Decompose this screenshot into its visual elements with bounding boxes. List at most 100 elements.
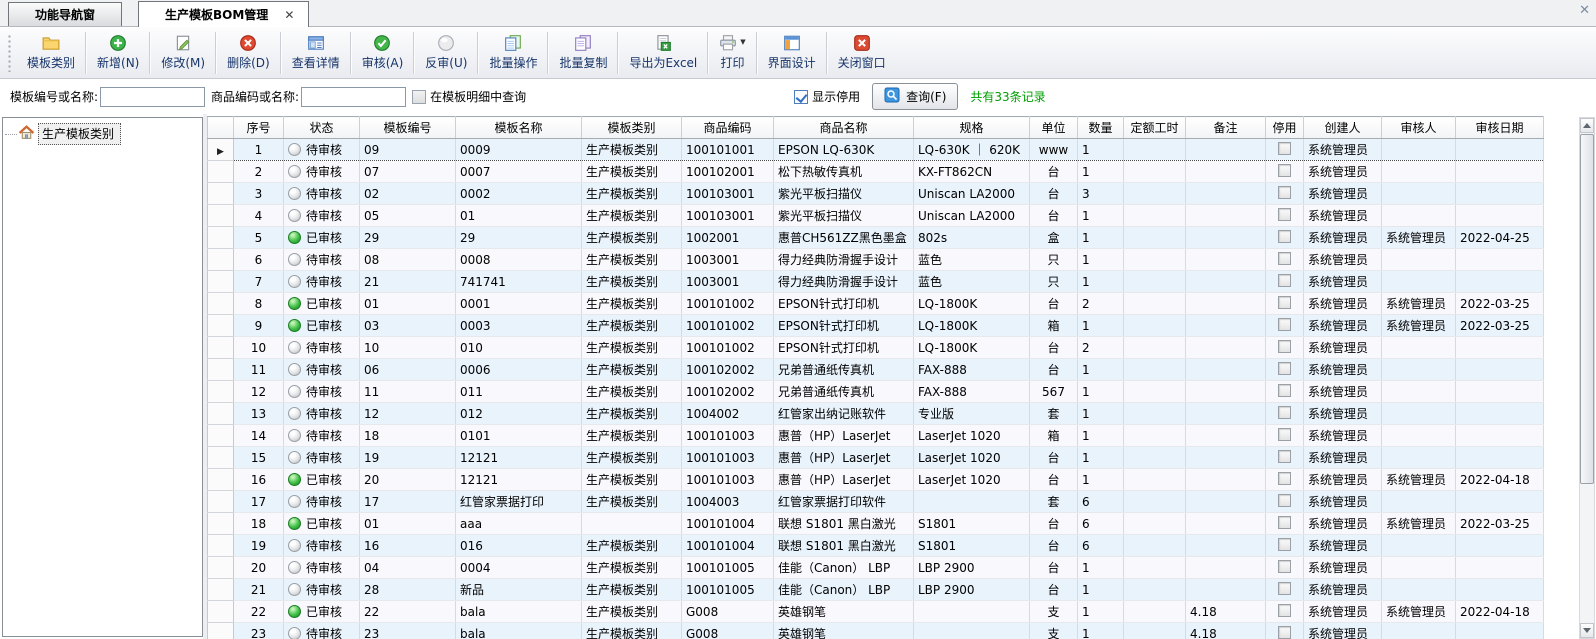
column-header[interactable]: 创建人 <box>1304 117 1382 139</box>
template-filter-input[interactable] <box>100 87 205 107</box>
column-header[interactable]: 规格 <box>914 117 1030 139</box>
table-row[interactable]: 21待审核28新品生产模板类别100101005佳能（Canon） LBPLBP… <box>208 579 1544 601</box>
table-row[interactable]: 8已审核010001生产模板类别100101002EPSON针式打印机LQ-18… <box>208 293 1544 315</box>
cell-product_name: 英雄钢笔 <box>774 601 914 623</box>
query-button[interactable]: 查询(F) <box>872 83 958 110</box>
pending-status-icon <box>288 187 301 200</box>
table-row[interactable]: 15待审核1912121生产模板类别100101003惠普（HP）LaserJe… <box>208 447 1544 469</box>
table-row[interactable]: 4待审核0501生产模板类别100103001紫光平板扫描仪Uniscan LA… <box>208 205 1544 227</box>
tree-item-root[interactable]: 生产模板类别 <box>3 118 202 145</box>
column-header[interactable]: 状态 <box>284 117 360 139</box>
table-row[interactable]: 16已审核2012121生产模板类别100101003惠普（HP）LaserJe… <box>208 469 1544 491</box>
cell-disabled <box>1266 425 1304 447</box>
disabled-checkbox[interactable] <box>1278 186 1291 199</box>
detail-search-checkbox[interactable] <box>412 90 426 104</box>
scroll-down-button[interactable] <box>1580 623 1594 638</box>
column-header[interactable]: 备注 <box>1186 117 1266 139</box>
disabled-checkbox[interactable] <box>1278 516 1291 529</box>
tab-function-navigator[interactable]: 功能导航窗 <box>8 2 122 26</box>
window-close-icon[interactable]: ✕ <box>1579 3 1590 18</box>
disabled-checkbox[interactable] <box>1278 384 1291 397</box>
table-row[interactable]: 2待审核070007生产模板类别100102001松下热敏传真机KX-FT862… <box>208 161 1544 183</box>
disabled-checkbox[interactable] <box>1278 296 1291 309</box>
template-category-button[interactable]: 模板类别 <box>17 29 85 77</box>
disabled-checkbox[interactable] <box>1278 274 1291 287</box>
table-row[interactable]: 13待审核12012生产模板类别1004002红管家出纳记账软件专业版套1系统管… <box>208 403 1544 425</box>
column-header[interactable]: 数量 <box>1078 117 1124 139</box>
disabled-checkbox[interactable] <box>1278 318 1291 331</box>
table-row[interactable]: 3待审核020002生产模板类别100103001紫光平板扫描仪Uniscan … <box>208 183 1544 205</box>
tab-bom-management[interactable]: 生产模板BOM管理 ✕ <box>138 1 309 27</box>
disabled-checkbox[interactable] <box>1278 582 1291 595</box>
table-row[interactable]: 18已审核01aaa100101004联想 S1801 黑白激光S1801台6系… <box>208 513 1544 535</box>
edit-button[interactable]: 修改(M) <box>151 29 215 77</box>
column-header[interactable]: 停用 <box>1266 117 1304 139</box>
table-row[interactable]: 22已审核22bala生产模板类别G008英雄钢笔支14.18系统管理员系统管理… <box>208 601 1544 623</box>
vertical-scrollbar[interactable] <box>1579 117 1595 639</box>
disabled-checkbox[interactable] <box>1278 164 1291 177</box>
column-header[interactable]: 审核人 <box>1382 117 1456 139</box>
column-header[interactable]: 商品名称 <box>774 117 914 139</box>
table-row[interactable]: 6待审核080008生产模板类别1003001得力经典防滑握手设计蓝色只1系统管… <box>208 249 1544 271</box>
print-button[interactable]: ▼ 打印 <box>709 29 755 77</box>
cell-seq: 19 <box>234 535 284 557</box>
ui-design-button[interactable]: 界面设计 <box>758 29 826 77</box>
disabled-checkbox[interactable] <box>1278 428 1291 441</box>
disabled-checkbox[interactable] <box>1278 604 1291 617</box>
approve-button[interactable]: 审核(A) <box>352 29 414 77</box>
disabled-checkbox[interactable] <box>1278 208 1291 221</box>
cell-qty: 1 <box>1078 359 1124 381</box>
table-row[interactable]: 14待审核180101生产模板类别100101003惠普（HP）LaserJet… <box>208 425 1544 447</box>
table-row[interactable]: 20待审核040004生产模板类别100101005佳能（Canon） LBPL… <box>208 557 1544 579</box>
unapprove-button[interactable]: 反审(U) <box>415 29 477 77</box>
table-row[interactable]: 5已审核2929生产模板类别1002001惠普CH561ZZ黑色墨盒802s盒1… <box>208 227 1544 249</box>
disabled-checkbox[interactable] <box>1278 626 1291 639</box>
disabled-checkbox[interactable] <box>1278 230 1291 243</box>
product-filter-input[interactable] <box>301 87 406 107</box>
table-row[interactable]: 17待审核17红管家票据打印生产模板类别1004003红管家票据打印软件套6系统… <box>208 491 1544 513</box>
disabled-checkbox[interactable] <box>1278 450 1291 463</box>
show-disabled-checkbox[interactable] <box>794 90 808 104</box>
disabled-checkbox[interactable] <box>1278 362 1291 375</box>
cell-auditor <box>1382 403 1456 425</box>
table-row[interactable]: 7待审核21741741生产模板类别1003001得力经典防滑握手设计蓝色只1系… <box>208 271 1544 293</box>
disabled-checkbox[interactable] <box>1278 142 1291 155</box>
disabled-checkbox[interactable] <box>1278 494 1291 507</box>
disabled-checkbox[interactable] <box>1278 538 1291 551</box>
table-row[interactable]: 10待审核10010生产模板类别100101002EPSON针式打印机LQ-18… <box>208 337 1544 359</box>
batch-copy-button[interactable]: 批量复制 <box>549 29 617 77</box>
column-header[interactable]: 模板编号 <box>360 117 456 139</box>
batch-operation-button[interactable]: 批量操作 <box>479 29 547 77</box>
close-window-button[interactable]: 关闭窗口 <box>828 29 896 77</box>
disabled-checkbox[interactable] <box>1278 406 1291 419</box>
row-indicator-cell <box>208 403 234 425</box>
table-row[interactable]: 19待审核16016生产模板类别100101004联想 S1801 黑白激光S1… <box>208 535 1544 557</box>
disabled-checkbox[interactable] <box>1278 472 1291 485</box>
cell-name: 29 <box>456 227 582 249</box>
column-header[interactable]: 定额工时 <box>1124 117 1186 139</box>
scrollbar-thumb[interactable] <box>1580 134 1594 484</box>
scroll-up-button[interactable] <box>1580 118 1594 133</box>
table-row[interactable]: 12待审核11011生产模板类别100102002兄弟普通纸传真机FAX-888… <box>208 381 1544 403</box>
disabled-checkbox[interactable] <box>1278 560 1291 573</box>
cell-remark <box>1186 315 1266 337</box>
print-dropdown-caret-icon[interactable]: ▼ <box>740 39 745 46</box>
column-header[interactable]: 模板类别 <box>582 117 682 139</box>
delete-button[interactable]: 删除(D) <box>217 29 280 77</box>
table-row[interactable]: 9已审核030003生产模板类别100101002EPSON针式打印机LQ-18… <box>208 315 1544 337</box>
table-row[interactable]: ▶1待审核090009生产模板类别100101001EPSON LQ-630KL… <box>208 139 1544 161</box>
column-header[interactable]: 商品编码 <box>682 117 774 139</box>
disabled-checkbox[interactable] <box>1278 252 1291 265</box>
view-details-button[interactable]: 查看详情 <box>282 29 350 77</box>
table-row[interactable]: 23待审核23bala生产模板类别G008英雄钢笔支14.18系统管理员 <box>208 623 1544 639</box>
column-header[interactable]: 单位 <box>1030 117 1078 139</box>
export-excel-button[interactable]: 导出为Excel <box>619 29 707 77</box>
column-header[interactable]: 序号 <box>234 117 284 139</box>
column-header[interactable]: 模板名称 <box>456 117 582 139</box>
toolbar-grip[interactable] <box>7 34 12 72</box>
tab-close-icon[interactable]: ✕ <box>284 8 294 22</box>
table-row[interactable]: 11待审核060006生产模板类别100102002兄弟普通纸传真机FAX-88… <box>208 359 1544 381</box>
disabled-checkbox[interactable] <box>1278 340 1291 353</box>
add-button[interactable]: 新增(N) <box>87 29 149 77</box>
column-header[interactable]: 审核日期 <box>1456 117 1544 139</box>
